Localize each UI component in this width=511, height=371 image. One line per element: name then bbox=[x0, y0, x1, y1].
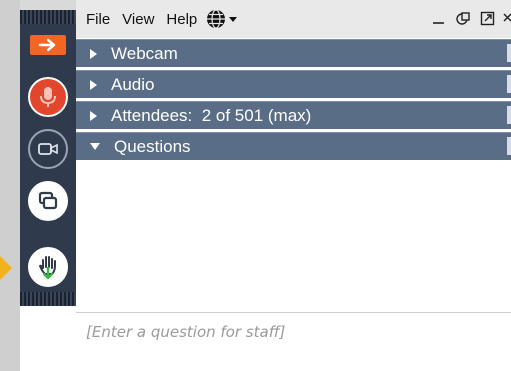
section-edge bbox=[507, 137, 511, 155]
section-edge bbox=[507, 106, 511, 124]
control-panel: File View Help Webcam Audio Attendees: 2… bbox=[76, 0, 511, 371]
section-edge bbox=[507, 75, 511, 93]
menu-bar: File View Help bbox=[76, 0, 511, 38]
section-questions[interactable]: Questions bbox=[76, 132, 511, 160]
section-attendees[interactable]: Attendees: 2 of 501 (max) bbox=[76, 101, 511, 129]
webcam-icon bbox=[38, 143, 58, 155]
exit-arrow-icon bbox=[38, 38, 56, 52]
section-attendees-label: Attendees: 2 of 501 (max) bbox=[111, 105, 312, 125]
screen-share-button[interactable] bbox=[28, 181, 68, 221]
raise-hand-button[interactable] bbox=[28, 247, 68, 287]
expand-button[interactable] bbox=[479, 10, 495, 26]
section-audio-label: Audio bbox=[111, 74, 155, 94]
pointer-arrow-icon bbox=[0, 256, 12, 280]
section-edge bbox=[507, 44, 511, 62]
window-controls bbox=[431, 10, 511, 26]
minimize-button[interactable] bbox=[431, 10, 447, 26]
exit-button[interactable] bbox=[30, 35, 66, 55]
toolbar-grip-top[interactable] bbox=[20, 10, 76, 24]
microphone-button[interactable] bbox=[28, 77, 68, 117]
close-button[interactable] bbox=[503, 10, 511, 26]
language-menu[interactable] bbox=[205, 8, 238, 30]
questions-log bbox=[76, 160, 511, 312]
globe-icon bbox=[207, 9, 226, 29]
menu-help[interactable]: Help bbox=[166, 11, 197, 28]
expand-arrow-icon bbox=[90, 110, 97, 121]
section-webcam-label: Webcam bbox=[111, 43, 178, 63]
raise-hand-icon bbox=[39, 256, 56, 280]
microphone-icon bbox=[40, 87, 56, 107]
expand-arrow-icon bbox=[90, 79, 97, 90]
section-webcam[interactable]: Webcam bbox=[76, 39, 511, 67]
webcam-button[interactable] bbox=[28, 129, 68, 169]
expand-icon bbox=[480, 11, 494, 25]
menu-file[interactable]: File bbox=[86, 11, 110, 28]
menu-view[interactable]: View bbox=[122, 11, 154, 28]
toolbar-footer bbox=[20, 306, 76, 371]
popout-icon bbox=[455, 11, 470, 25]
toolbar-grip-bottom[interactable] bbox=[20, 292, 76, 306]
screen-share-icon bbox=[38, 191, 58, 210]
popout-button[interactable] bbox=[455, 10, 471, 26]
section-audio[interactable]: Audio bbox=[76, 70, 511, 98]
control-toolbar bbox=[20, 10, 76, 306]
minimize-icon bbox=[433, 22, 444, 24]
question-input[interactable]: [Enter a question for staff] bbox=[76, 312, 511, 371]
collapse-arrow-icon bbox=[90, 143, 100, 150]
chevron-down-icon bbox=[229, 16, 238, 22]
section-questions-label: Questions bbox=[114, 136, 191, 156]
left-margin bbox=[0, 0, 20, 371]
expand-arrow-icon bbox=[90, 48, 97, 59]
close-icon bbox=[503, 13, 511, 22]
